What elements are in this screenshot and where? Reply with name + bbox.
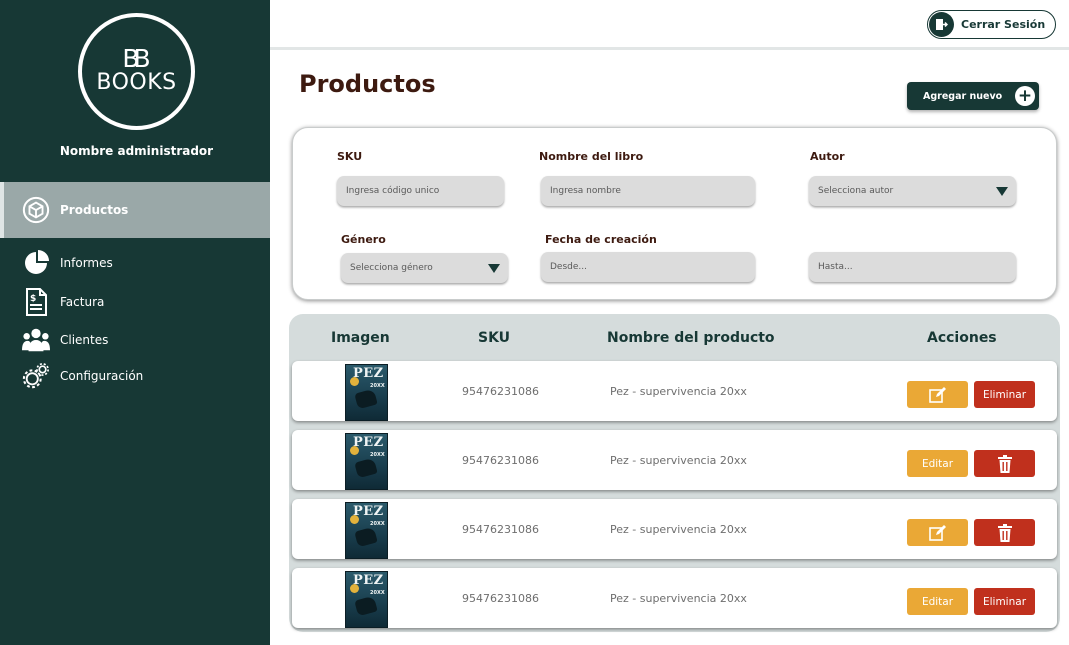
sidebar-item-label: Informes bbox=[60, 256, 113, 270]
date-from-placeholder: Desde... bbox=[550, 262, 587, 272]
row-sku: 95476231086 bbox=[462, 592, 539, 605]
logout-button[interactable]: Cerrar Sesión bbox=[927, 10, 1056, 39]
date-to-input[interactable]: Hasta... bbox=[809, 252, 1016, 282]
book-cover-image: PEZ 20XX bbox=[345, 364, 388, 421]
add-new-label: Agregar nuevo bbox=[923, 90, 1003, 102]
date-from-input[interactable]: Desde... bbox=[541, 252, 755, 282]
edit-label: Editar bbox=[921, 595, 954, 608]
edit-button[interactable] bbox=[907, 519, 968, 546]
edit-button[interactable]: Editar bbox=[907, 450, 968, 477]
brand-logo: BB BOOKS bbox=[78, 13, 195, 130]
cover-badge bbox=[350, 377, 359, 386]
invoice-icon: $ bbox=[22, 288, 50, 316]
plus-icon: + bbox=[1015, 86, 1035, 106]
book-cover-image: PEZ 20XX bbox=[345, 433, 388, 490]
page-title: Productos bbox=[299, 70, 436, 98]
delete-label: Eliminar bbox=[982, 388, 1027, 401]
row-product-name: Pez - supervivencia 20xx bbox=[610, 523, 747, 536]
author-label: Autor bbox=[810, 150, 845, 163]
column-header-name: Nombre del producto bbox=[607, 330, 775, 346]
column-header-sku: SKU bbox=[478, 330, 511, 346]
add-new-button[interactable]: Agregar nuevo + bbox=[907, 82, 1039, 110]
book-cover-image: PEZ 20XX bbox=[345, 571, 388, 628]
genre-placeholder: Selecciona género bbox=[350, 263, 433, 273]
date-to-placeholder: Hasta... bbox=[818, 262, 853, 272]
book-name-label: Nombre del libro bbox=[539, 150, 644, 163]
delete-button[interactable]: Eliminar bbox=[974, 381, 1035, 408]
topbar: Cerrar Sesión bbox=[270, 0, 1069, 50]
row-product-name: Pez - supervivencia 20xx bbox=[610, 454, 747, 467]
logout-label: Cerrar Sesión bbox=[961, 18, 1046, 31]
cover-year: 20XX bbox=[370, 383, 385, 389]
sidebar-item-clientes[interactable]: Clientes bbox=[0, 325, 270, 355]
trash-icon bbox=[997, 454, 1012, 473]
cover-figure bbox=[354, 526, 378, 548]
gears-icon bbox=[22, 362, 50, 390]
table-row: PEZ 20XX 95476231086 Pez - supervivencia … bbox=[292, 499, 1057, 559]
cover-year: 20XX bbox=[370, 521, 385, 527]
author-select[interactable]: Selecciona autor bbox=[809, 176, 1016, 206]
chevron-down-icon bbox=[488, 264, 500, 273]
sidebar-item-label: Productos bbox=[60, 203, 129, 217]
logout-icon bbox=[929, 12, 954, 37]
genre-select[interactable]: Selecciona género bbox=[341, 253, 508, 283]
cover-badge bbox=[350, 584, 359, 593]
column-header-actions: Acciones bbox=[927, 330, 997, 346]
trash-icon bbox=[997, 523, 1012, 542]
row-sku: 95476231086 bbox=[462, 523, 539, 536]
sidebar-item-factura[interactable]: $ Factura bbox=[0, 287, 270, 317]
delete-button[interactable] bbox=[974, 450, 1035, 477]
sidebar-item-label: Factura bbox=[60, 295, 105, 309]
cover-badge bbox=[350, 515, 359, 524]
users-icon bbox=[22, 326, 50, 354]
column-header-image: Imagen bbox=[331, 330, 390, 346]
edit-button[interactable] bbox=[907, 381, 968, 408]
sku-label: SKU bbox=[337, 150, 363, 163]
cover-figure bbox=[354, 457, 378, 479]
sidebar-item-productos[interactable]: Productos bbox=[0, 182, 270, 238]
row-product-name: Pez - supervivencia 20xx bbox=[610, 592, 747, 605]
row-product-name: Pez - supervivencia 20xx bbox=[610, 385, 747, 398]
edit-icon bbox=[928, 524, 946, 541]
genre-label: Género bbox=[341, 233, 386, 246]
row-sku: 95476231086 bbox=[462, 385, 539, 398]
edit-label: Editar bbox=[921, 457, 954, 470]
cover-year: 20XX bbox=[370, 590, 385, 596]
admin-name: Nombre administrador bbox=[59, 144, 214, 158]
book-cover-image: PEZ 20XX bbox=[345, 502, 388, 559]
row-sku: 95476231086 bbox=[462, 454, 539, 467]
cover-figure bbox=[354, 595, 378, 617]
table-row: PEZ 20XX 95476231086 Pez - supervivencia … bbox=[292, 430, 1057, 490]
delete-button[interactable]: Eliminar bbox=[974, 588, 1035, 615]
date-label: Fecha de creación bbox=[545, 233, 657, 246]
book-name-placeholder: Ingresa nombre bbox=[550, 186, 621, 196]
sidebar-item-label: Configuración bbox=[60, 369, 144, 383]
brand-mark: BB bbox=[122, 44, 150, 73]
brand-name: BOOKS bbox=[96, 70, 177, 95]
delete-label: Eliminar bbox=[982, 595, 1027, 608]
sidebar-item-informes[interactable]: Informes bbox=[0, 248, 270, 278]
sku-input[interactable]: Ingresa código unico bbox=[337, 176, 504, 206]
app-root: BB BOOKS Nombre administrador Productos … bbox=[0, 0, 1069, 645]
table-row: PEZ 20XX 95476231086 Pez - supervivencia … bbox=[292, 361, 1057, 421]
cover-badge bbox=[350, 446, 359, 455]
cover-year: 20XX bbox=[370, 452, 385, 458]
sku-placeholder: Ingresa código unico bbox=[346, 186, 440, 196]
sidebar-item-configuracion[interactable]: Configuración bbox=[0, 361, 270, 391]
sidebar-item-label: Clientes bbox=[60, 333, 109, 347]
svg-text:$: $ bbox=[30, 294, 36, 304]
table-row: PEZ 20XX 95476231086 Pez - supervivencia … bbox=[292, 568, 1057, 628]
sidebar: BB BOOKS Nombre administrador Productos … bbox=[0, 0, 270, 645]
filters-panel: SKU Ingresa código unico Nombre del libr… bbox=[292, 127, 1057, 300]
pie-chart-icon bbox=[22, 249, 50, 277]
author-placeholder: Selecciona autor bbox=[818, 186, 894, 196]
edit-button[interactable]: Editar bbox=[907, 588, 968, 615]
book-name-input[interactable]: Ingresa nombre bbox=[541, 176, 755, 206]
chevron-down-icon bbox=[996, 187, 1008, 196]
cover-figure bbox=[354, 388, 378, 410]
edit-icon bbox=[928, 386, 946, 403]
delete-button[interactable] bbox=[974, 519, 1035, 546]
box-icon bbox=[22, 196, 50, 224]
